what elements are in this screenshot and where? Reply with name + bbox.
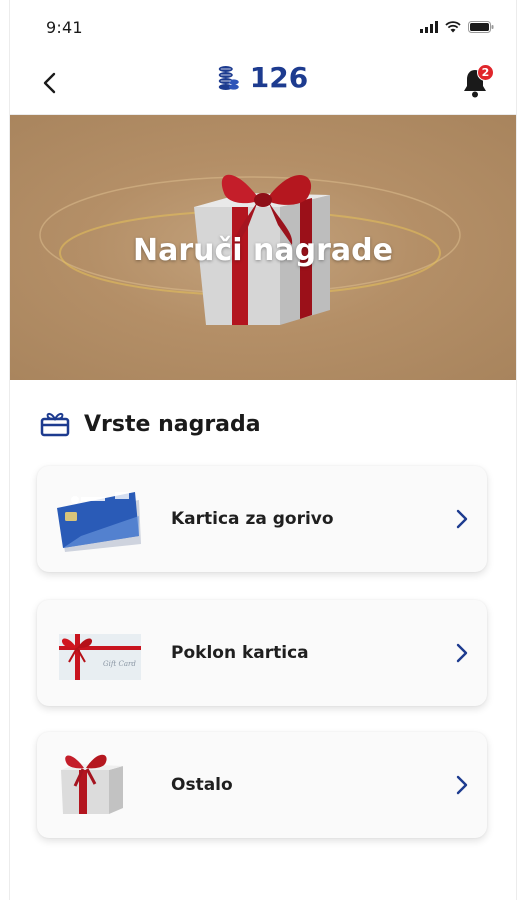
svg-text:Gift Card: Gift Card bbox=[103, 660, 136, 668]
chevron-right-icon bbox=[456, 509, 468, 529]
reward-item-gift-card[interactable]: Gift Card Poklon kartica bbox=[37, 600, 487, 706]
gift-card-icon bbox=[40, 412, 70, 437]
gift-card-image: Gift Card bbox=[59, 634, 141, 680]
status-time: 9:41 bbox=[46, 18, 83, 37]
fuel-card-image bbox=[57, 492, 141, 552]
coins-icon bbox=[218, 66, 239, 90]
reward-label: Kartica za gorivo bbox=[171, 509, 334, 529]
reward-label: Ostalo bbox=[171, 775, 233, 795]
reward-item-fuel-card[interactable]: Kartica za gorivo bbox=[37, 466, 487, 572]
chevron-right-icon bbox=[456, 643, 468, 663]
notification-badge: 2 bbox=[477, 64, 494, 81]
rewards-banner: Naruči nagrade bbox=[10, 115, 516, 380]
reward-label: Poklon kartica bbox=[171, 643, 309, 663]
status-icons bbox=[420, 21, 494, 33]
app-header: 126 2 bbox=[10, 52, 516, 115]
notifications-button[interactable]: 2 bbox=[460, 64, 494, 100]
wifi-icon bbox=[445, 21, 461, 33]
battery-icon bbox=[468, 21, 494, 33]
back-arrow-icon[interactable] bbox=[38, 69, 62, 97]
reward-item-other[interactable]: Ostalo bbox=[37, 732, 487, 838]
points-value: 126 bbox=[249, 61, 309, 94]
banner-title: Naruči nagrade bbox=[133, 233, 393, 268]
signal-icon bbox=[420, 21, 438, 33]
status-bar: 9:41 bbox=[10, 0, 516, 52]
gift-box-image bbox=[61, 754, 123, 814]
section-title: Vrste nagrada bbox=[84, 411, 261, 437]
section-header: Vrste nagrada bbox=[40, 410, 261, 438]
chevron-right-icon bbox=[456, 775, 468, 795]
app-screen: 9:41 126 2 Naruči nagrade Vrste nagrada … bbox=[9, 0, 517, 900]
points-balance: 126 bbox=[218, 64, 308, 92]
